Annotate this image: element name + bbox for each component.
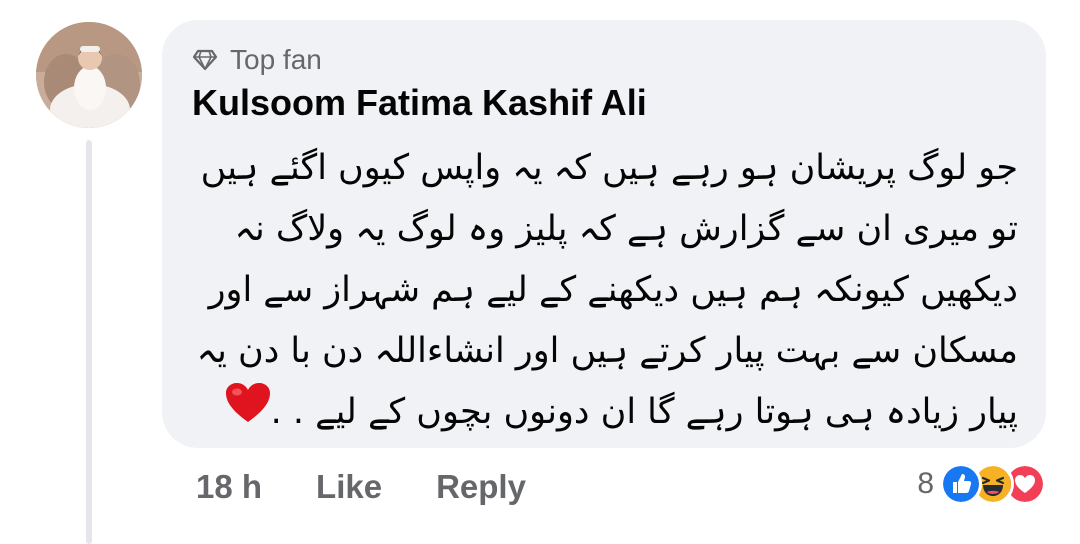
comment-actions: 18 h Like Reply xyxy=(196,468,526,506)
reactions-summary[interactable]: 8 xyxy=(917,463,1046,505)
author-name[interactable]: Kulsoom Fatima Kashif Ali xyxy=(192,82,647,124)
diamond-icon xyxy=(192,49,218,71)
comment-line: جو لوگ پریشان ہو رہے ہیں کہ یہ واپس کیوں… xyxy=(200,148,1018,188)
reply-button[interactable]: Reply xyxy=(436,468,526,506)
comment-text: جو لوگ پریشان ہو رہے ہیں کہ یہ واپس کیوں… xyxy=(188,138,1018,444)
red-heart-icon xyxy=(225,382,271,444)
reaction-count: 8 xyxy=(917,467,934,500)
comment-line-last: پیار زیادہ ہی ہوتا رہے گا ان دونوں بچوں … xyxy=(188,382,1018,444)
avatar[interactable] xyxy=(36,22,142,128)
comment-line: مسکان سے بہت پیار کرتے ہیں اور انشاءاللہ… xyxy=(196,331,1018,371)
comment-bubble: Top fan Kulsoom Fatima Kashif Ali جو لوگ… xyxy=(162,20,1046,448)
thread-line xyxy=(86,140,92,544)
like-reaction-icon xyxy=(940,463,982,505)
comment-line: پیار زیادہ ہی ہوتا رہے گا ان دونوں بچوں … xyxy=(270,392,1018,432)
comment-line: دیکھیں کیونکہ ہم ہیں دیکھنے کے لیے ہم شہ… xyxy=(208,270,1018,310)
like-button[interactable]: Like xyxy=(316,468,382,506)
comment-line: تو میری ان سے گزارش ہے کہ پلیز وہ لوگ یہ… xyxy=(234,209,1018,249)
timestamp[interactable]: 18 h xyxy=(196,468,262,506)
top-fan-badge[interactable]: Top fan xyxy=(192,44,322,76)
badge-label: Top fan xyxy=(230,44,322,75)
